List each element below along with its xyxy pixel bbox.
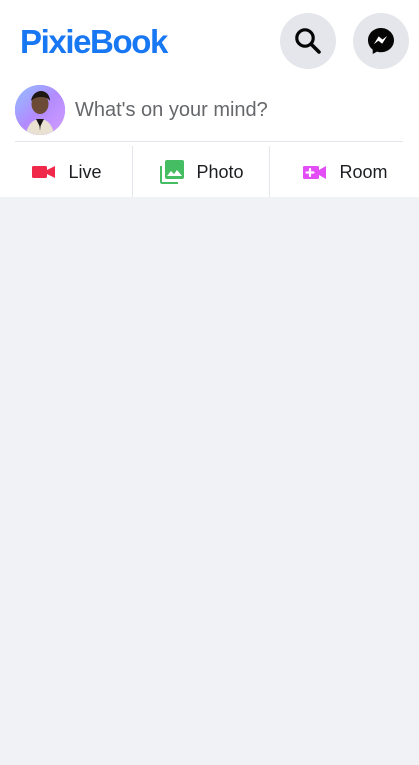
profile-photo <box>15 85 65 135</box>
video-call-add-icon <box>301 158 329 186</box>
avatar[interactable] <box>15 85 65 135</box>
status-input[interactable]: What's on your mind? <box>75 98 268 122</box>
live-button[interactable]: Live <box>0 146 132 197</box>
composer-divider <box>15 141 403 142</box>
photo-library-icon <box>158 158 186 186</box>
composer-actions: Live Photo Room <box>0 146 419 197</box>
photo-label: Photo <box>196 161 244 182</box>
room-button[interactable]: Room <box>269 146 419 197</box>
post-composer: What's on your mind? <box>0 82 419 141</box>
top-card: PixieBook What's on your mind? Live Phot… <box>0 0 419 197</box>
app-logo[interactable]: PixieBook <box>20 22 168 62</box>
live-label: Live <box>68 161 102 182</box>
video-camera-icon <box>30 158 58 186</box>
photo-button[interactable]: Photo <box>132 146 269 197</box>
messenger-button[interactable] <box>353 13 409 69</box>
messenger-icon <box>368 28 394 54</box>
room-label: Room <box>339 161 388 182</box>
app-root: PixieBook What's on your mind? Live Phot… <box>0 0 419 765</box>
app-header: PixieBook <box>0 0 419 82</box>
search-icon <box>295 28 321 54</box>
search-button[interactable] <box>280 13 336 69</box>
